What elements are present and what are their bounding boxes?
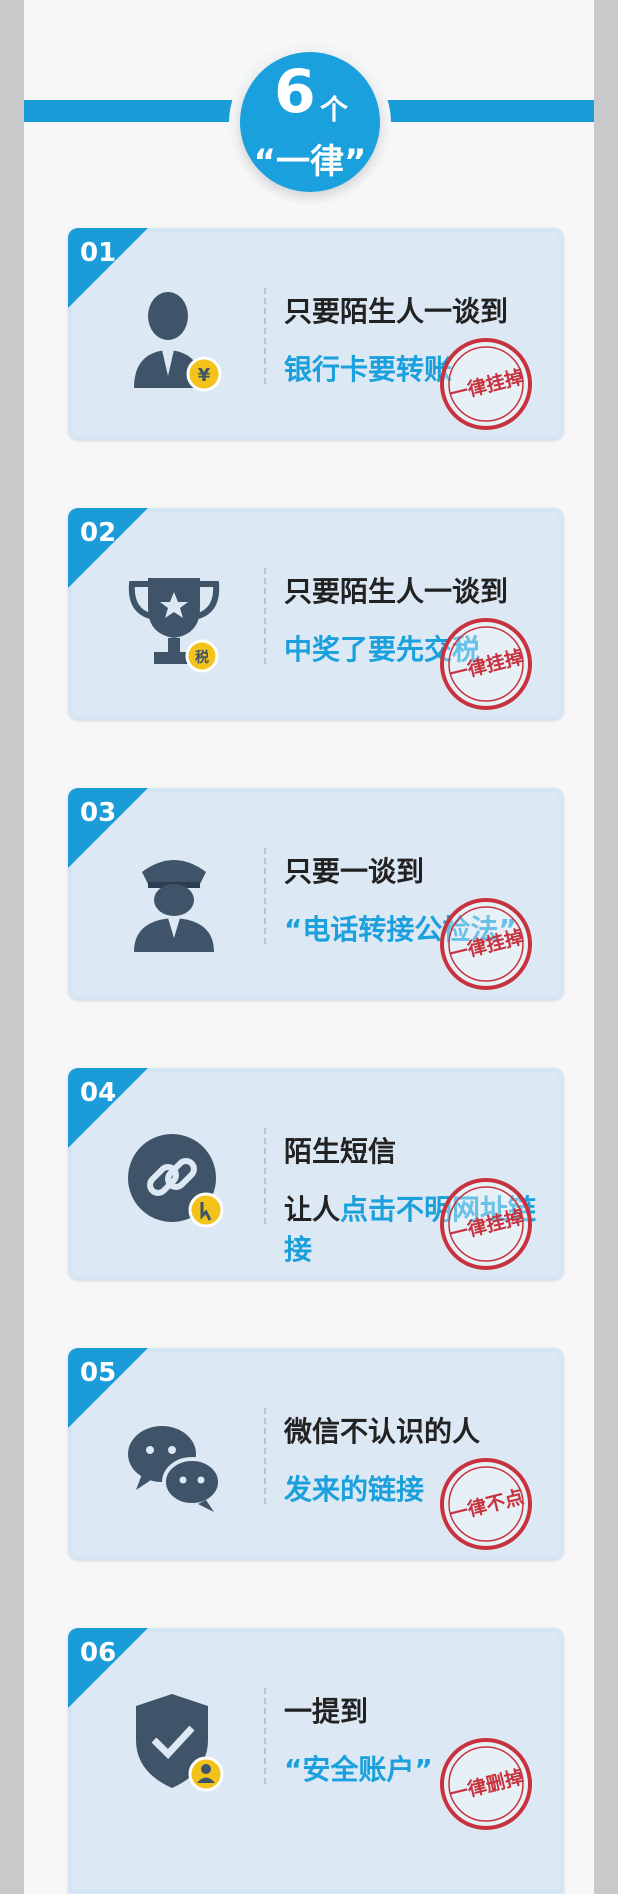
header-bar-right xyxy=(384,100,594,122)
card-divider xyxy=(264,1688,266,1784)
svg-text:税: 税 xyxy=(195,649,209,666)
card-line1: 微信不认识的人 xyxy=(284,1415,481,1448)
red-stamp: 一律不点 xyxy=(440,1458,532,1550)
badge-subtitle: “一律” xyxy=(253,142,367,182)
card-line2-prefix: 让人 xyxy=(284,1193,341,1226)
businessman-yen-icon: ¥ xyxy=(134,292,222,392)
card-divider xyxy=(264,1128,266,1224)
card-index: 06 xyxy=(80,1638,117,1668)
card-line1: 只要一谈到 xyxy=(284,855,425,888)
card-line1: 只要陌生人一谈到 xyxy=(284,295,509,328)
card-index: 05 xyxy=(80,1358,117,1388)
rule-card-05: 05 微信不认识的人 发来的链接 一律不点 xyxy=(68,1348,564,1560)
left-border xyxy=(0,0,24,1894)
red-stamp: 一律挂掉 xyxy=(440,898,532,990)
svg-text:¥: ¥ xyxy=(198,365,211,386)
badge-number: 6 xyxy=(274,57,316,127)
card-line1: 一提到 xyxy=(284,1695,369,1728)
card-divider xyxy=(264,1408,266,1504)
rule-card-04: 04 陌生短信 让人点击不明网址链接 一律挂掉 xyxy=(68,1068,564,1280)
card-divider xyxy=(264,288,266,384)
title-badge: 6 个 “一律” xyxy=(240,52,380,192)
shield-user-icon xyxy=(136,1694,224,1792)
red-stamp: 一律挂掉 xyxy=(440,1178,532,1270)
badge-unit: 个 xyxy=(320,93,349,126)
card-line1: 陌生短信 xyxy=(284,1135,397,1168)
rule-card-03: 03 只要一谈到 “电话转接公检法” 一律挂掉 xyxy=(68,788,564,1000)
right-border xyxy=(594,0,618,1894)
red-stamp: 一律删掉 xyxy=(440,1738,532,1830)
card-index: 03 xyxy=(80,798,117,828)
red-stamp: 一律挂掉 xyxy=(440,618,532,710)
red-stamp: 一律挂掉 xyxy=(440,338,532,430)
card-line2: “安全账户” xyxy=(284,1753,433,1786)
header-bar-left xyxy=(24,100,234,122)
link-click-icon xyxy=(128,1134,224,1228)
rule-card-01: 01 ¥ 只要陌生人一谈到 银行卡要转账 一律挂掉 xyxy=(68,228,564,440)
rule-card-06: 06 一提到 “安全账户” 一律删掉 xyxy=(68,1628,564,1894)
trophy-tax-icon: 税 xyxy=(128,578,220,673)
card-divider xyxy=(264,568,266,664)
card-index: 02 xyxy=(80,518,117,548)
card-line2: 银行卡要转账 xyxy=(284,353,453,386)
poster: 6 个 “一律” 01 ¥ 只要陌生人一谈到 银行卡要转账 一律挂掉 02 税 … xyxy=(24,0,594,1894)
rule-card-02: 02 税 只要陌生人一谈到 中奖了要先交税 一律挂掉 xyxy=(68,508,564,720)
card-index: 04 xyxy=(80,1078,117,1108)
card-index: 01 xyxy=(80,238,117,268)
card-line2: 发来的链接 xyxy=(284,1473,425,1506)
card-line1: 只要陌生人一谈到 xyxy=(284,575,509,608)
card-divider xyxy=(264,848,266,944)
police-officer-icon xyxy=(134,860,214,952)
wechat-icon xyxy=(128,1426,222,1512)
